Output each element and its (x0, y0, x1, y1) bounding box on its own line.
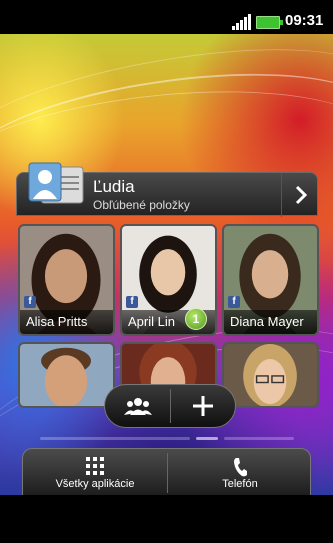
facebook-icon: f (228, 296, 240, 308)
people-group-icon (123, 398, 152, 415)
contact-card-icon (28, 162, 84, 204)
contact-tile[interactable] (222, 342, 319, 408)
contact-photo (20, 344, 113, 406)
facebook-icon: f (24, 296, 36, 308)
phone-label: Telefón (222, 478, 258, 490)
page-indicator (0, 437, 333, 441)
contact-tile[interactable] (18, 342, 115, 408)
dock: Všetky aplikácie Telefón (22, 448, 311, 495)
signal-bars-icon (232, 14, 254, 30)
next-arrow-button[interactable] (281, 173, 320, 217)
phone-button[interactable]: Telefón (168, 449, 312, 496)
contact-name: Alisa Pritts (20, 310, 113, 334)
floating-action-bar (104, 384, 236, 428)
favorites-grid: f Alisa Pritts f April Lin 1 f Diana May… (16, 220, 319, 410)
battery-icon (256, 16, 283, 29)
people-widget: Ľudia Obľúbené položky f Alisa Pritts f … (16, 162, 320, 412)
contact-tile[interactable]: f April Lin 1 (120, 224, 217, 336)
contact-photo (224, 344, 317, 406)
groups-button[interactable] (105, 385, 170, 427)
contact-tile[interactable]: f Diana Mayer (222, 224, 319, 336)
all-apps-label: Všetky aplikácie (55, 478, 135, 490)
status-bar: 09:31 (0, 0, 333, 34)
plus-icon (193, 396, 213, 416)
facebook-icon: f (126, 296, 138, 308)
contact-name: Diana Mayer (224, 310, 317, 334)
add-contact-button[interactable] (171, 385, 235, 427)
chevron-right-icon (295, 185, 308, 205)
widget-subtitle: Obľúbené položky (93, 198, 190, 212)
notification-badge: 1 (185, 308, 207, 330)
phone-icon (234, 458, 247, 477)
all-apps-button[interactable]: Všetky aplikácie (23, 449, 167, 496)
contact-tile[interactable]: f Alisa Pritts (18, 224, 115, 336)
app-grid-icon (86, 457, 104, 475)
status-clock: 09:31 (285, 12, 324, 29)
people-widget-header[interactable]: Ľudia Obľúbené položky (16, 162, 320, 217)
widget-title: Ľudia (93, 177, 135, 196)
